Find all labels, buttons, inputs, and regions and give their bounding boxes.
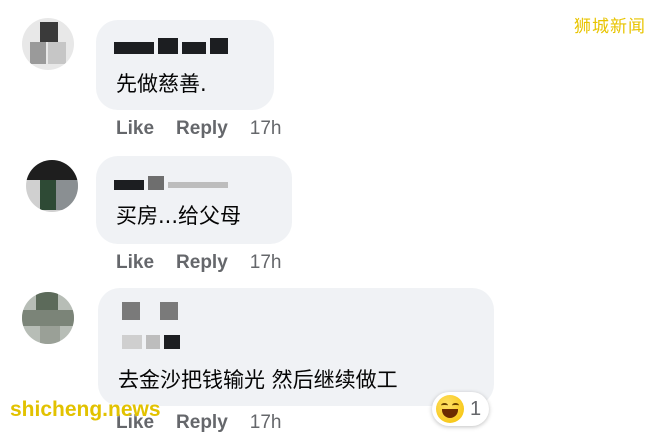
reaction-count: 1 (470, 397, 482, 420)
timestamp[interactable]: 17h (250, 118, 282, 139)
reaction-badge[interactable]: 1 (432, 392, 490, 426)
reply-button[interactable]: Reply (176, 412, 228, 433)
like-button[interactable]: Like (116, 118, 154, 139)
comment-actions: Like Reply 17h (116, 118, 281, 140)
avatar[interactable] (26, 160, 78, 212)
author-name-redacted[interactable] (114, 176, 232, 192)
comment-bubble: 买房...给父母 (96, 156, 292, 244)
watermark-top: 狮城新闻 (574, 17, 646, 37)
comment-text: 买房...给父母 (116, 204, 242, 228)
author-name-redacted[interactable] (122, 302, 184, 352)
author-name-redacted[interactable] (114, 38, 232, 54)
comment-bubble: 先做慈善. (96, 20, 274, 110)
like-button[interactable]: Like (116, 252, 154, 273)
laughing-emoji-icon (436, 395, 464, 423)
comment-actions: Like Reply 17h (116, 252, 281, 274)
comment-text: 去金沙把钱输光 然后继续做工 (118, 368, 398, 392)
timestamp[interactable]: 17h (250, 252, 282, 273)
timestamp[interactable]: 17h (250, 412, 282, 433)
reply-button[interactable]: Reply (176, 118, 228, 139)
comment-bubble: 去金沙把钱输光 然后继续做工 (98, 288, 494, 406)
avatar[interactable] (22, 18, 74, 70)
reply-button[interactable]: Reply (176, 252, 228, 273)
watermark-bottom: shicheng.news (10, 398, 161, 421)
comment-text: 先做慈善. (116, 72, 207, 96)
avatar[interactable] (22, 292, 74, 344)
